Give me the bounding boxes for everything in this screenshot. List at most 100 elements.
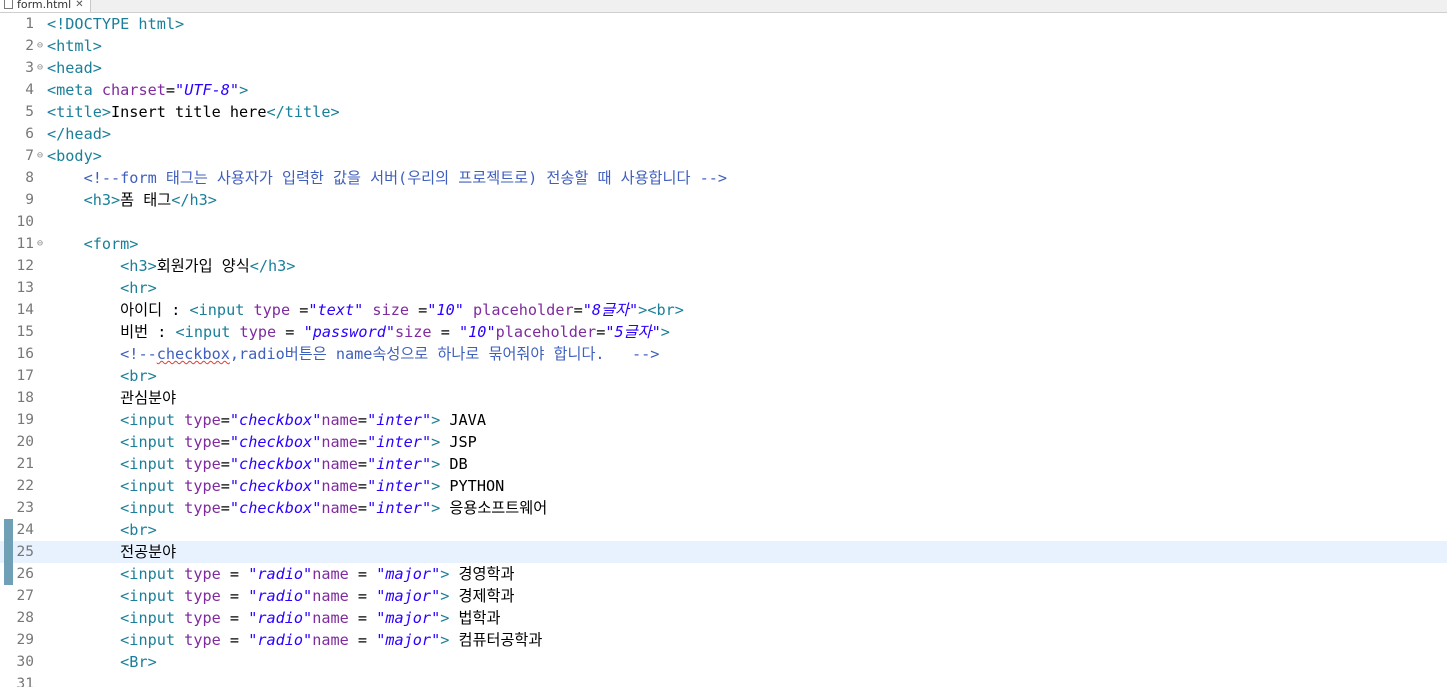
line-content: 비번 : <input type = "password"size = "10"…: [47, 321, 670, 343]
code-line[interactable]: 19 <input type="checkbox"name="inter"> J…: [0, 409, 1447, 431]
line-number: 12: [16, 258, 34, 274]
code-token: <head>: [47, 59, 102, 77]
code-token: =: [357, 609, 377, 627]
line-content: <html>: [47, 35, 102, 57]
code-line[interactable]: 24 <br>: [0, 519, 1447, 541]
code-editor[interactable]: form.html ✕ 1 <!DOCTYPE html> 2 ⊖ <html> 3 ⊖ <h…: [0, 0, 1447, 687]
line-number: 15: [16, 324, 34, 340]
code-token: <Br>: [120, 653, 157, 671]
fold-toggle-icon[interactable]: ⊖: [34, 145, 46, 167]
line-number: 23: [16, 500, 34, 516]
code-token: =: [220, 455, 230, 473]
code-line[interactable]: 10: [0, 211, 1447, 233]
fold-toggle-icon[interactable]: ⊖: [34, 233, 46, 255]
editor-tab-form-html[interactable]: form.html ✕: [0, 0, 91, 12]
code-line[interactable]: 21 <input type="checkbox"name="inter"> D…: [0, 453, 1447, 475]
line-content: <title>Insert title here</title>: [47, 101, 340, 123]
line-number: 2: [25, 38, 34, 54]
line-content: <!--form 태그는 사용자가 입력한 값을 서버(우리의 프로젝트로) 전…: [47, 167, 727, 189]
code-line[interactable]: 22 <input type="checkbox"name="inter"> P…: [0, 475, 1447, 497]
code-token: 전공분야: [47, 543, 177, 561]
code-line[interactable]: 16 <!--checkbox,radio버튼은 name속성으로 하나로 묶어…: [0, 343, 1447, 365]
code-line[interactable]: 4 <meta charset="UTF-8">: [0, 79, 1447, 101]
code-token: =: [220, 477, 230, 495]
line-number: 14: [16, 302, 34, 318]
code-line[interactable]: 3 ⊖ <head>: [0, 57, 1447, 79]
line-content: <form>: [47, 233, 139, 255]
code-line[interactable]: 6 </head>: [0, 123, 1447, 145]
line-number: 4: [25, 82, 34, 98]
code-line[interactable]: 13 <hr>: [0, 277, 1447, 299]
code-token: =: [357, 477, 368, 495]
code-line[interactable]: 23 <input type="checkbox"name="inter"> 응…: [0, 497, 1447, 519]
code-token: JAVA: [440, 411, 486, 429]
code-line[interactable]: 25 전공분야: [0, 541, 1447, 563]
code-line[interactable]: 15 비번 : <input type = "password"size = "…: [0, 321, 1447, 343]
code-line[interactable]: 17 <br>: [0, 365, 1447, 387]
line-number: 30: [16, 654, 34, 670]
code-token: JSP: [440, 433, 477, 451]
code-token: "major": [376, 631, 441, 649]
code-line[interactable]: 12 <h3>회원가입 양식</h3>: [0, 255, 1447, 277]
code-line[interactable]: 5 <title>Insert title here</title>: [0, 101, 1447, 123]
code-line[interactable]: 18 관심분야: [0, 387, 1447, 409]
code-token: name: [312, 631, 358, 649]
code-token: <!--form 태그는 사용자가 입력한 값을 서버(우리의 프로젝트로) 전…: [83, 169, 728, 187]
line-content: 전공분야: [47, 541, 176, 563]
code-line[interactable]: 1 <!DOCTYPE html>: [0, 13, 1447, 35]
code-line[interactable]: 28 <input type = "radio"name = "major"> …: [0, 607, 1447, 629]
code-line[interactable]: 29 <input type = "radio"name = "major"> …: [0, 629, 1447, 651]
code-line[interactable]: 9 <h3>폼 태그</h3>: [0, 189, 1447, 211]
line-content: <input type="checkbox"name="inter"> 응용소프…: [47, 497, 547, 519]
code-token: name: [312, 609, 358, 627]
line-content: <input type="checkbox"name="inter"> JSP: [47, 431, 477, 453]
line-number: 7: [25, 148, 34, 164]
code-line[interactable]: 26 <input type = "radio"name = "major"> …: [0, 563, 1447, 585]
code-line[interactable]: 30 <Br>: [0, 651, 1447, 673]
fold-toggle-icon[interactable]: ⊖: [34, 35, 46, 57]
code-token: =: [357, 631, 377, 649]
code-token: >: [239, 81, 249, 99]
code-token: "5글자": [605, 323, 661, 341]
line-content: <input type="checkbox"name="inter"> JAVA: [47, 409, 486, 431]
code-token: >: [431, 433, 441, 451]
code-token: ><br>: [638, 301, 684, 319]
code-token: =: [229, 587, 249, 605]
line-number: 21: [16, 456, 34, 472]
code-line[interactable]: 2 ⊖ <html>: [0, 35, 1447, 57]
code-line[interactable]: 8 <!--form 태그는 사용자가 입력한 값을 서버(우리의 프로젝트로)…: [0, 167, 1447, 189]
code-token: name: [321, 499, 358, 517]
code-line[interactable]: 14 아이디 : <input type ="text" size ="10" …: [0, 299, 1447, 321]
code-line[interactable]: 11 ⊖ <form>: [0, 233, 1447, 255]
code-line[interactable]: 7 ⊖ <body>: [0, 145, 1447, 167]
code-token: <title>: [47, 103, 112, 121]
code-area[interactable]: 1 <!DOCTYPE html> 2 ⊖ <html> 3 ⊖ <head> 4 <meta c…: [0, 13, 1447, 687]
code-token: charset: [101, 81, 166, 99]
code-token: =: [596, 323, 606, 341]
code-token: =: [357, 565, 377, 583]
code-token: type: [184, 433, 221, 451]
code-token: =: [357, 433, 368, 451]
fold-toggle-icon[interactable]: ⊖: [34, 57, 46, 79]
code-token: "checkbox": [229, 411, 322, 429]
code-line[interactable]: 27 <input type = "radio"name = "major"> …: [0, 585, 1447, 607]
line-number: 25: [16, 544, 34, 560]
code-token: </h3>: [249, 257, 296, 275]
code-line[interactable]: 20 <input type="checkbox"name="inter"> J…: [0, 431, 1447, 453]
line-content: 아이디 : <input type ="text" size ="10" pla…: [47, 299, 684, 321]
code-token: 비번 :: [47, 323, 176, 341]
line-number: 10: [16, 214, 34, 230]
line-content: <meta charset="UTF-8">: [47, 79, 248, 101]
code-token: <body>: [47, 147, 102, 165]
close-tab-icon[interactable]: ✕: [75, 0, 83, 10]
code-token: "radio": [248, 631, 313, 649]
code-line[interactable]: 31: [0, 673, 1447, 687]
